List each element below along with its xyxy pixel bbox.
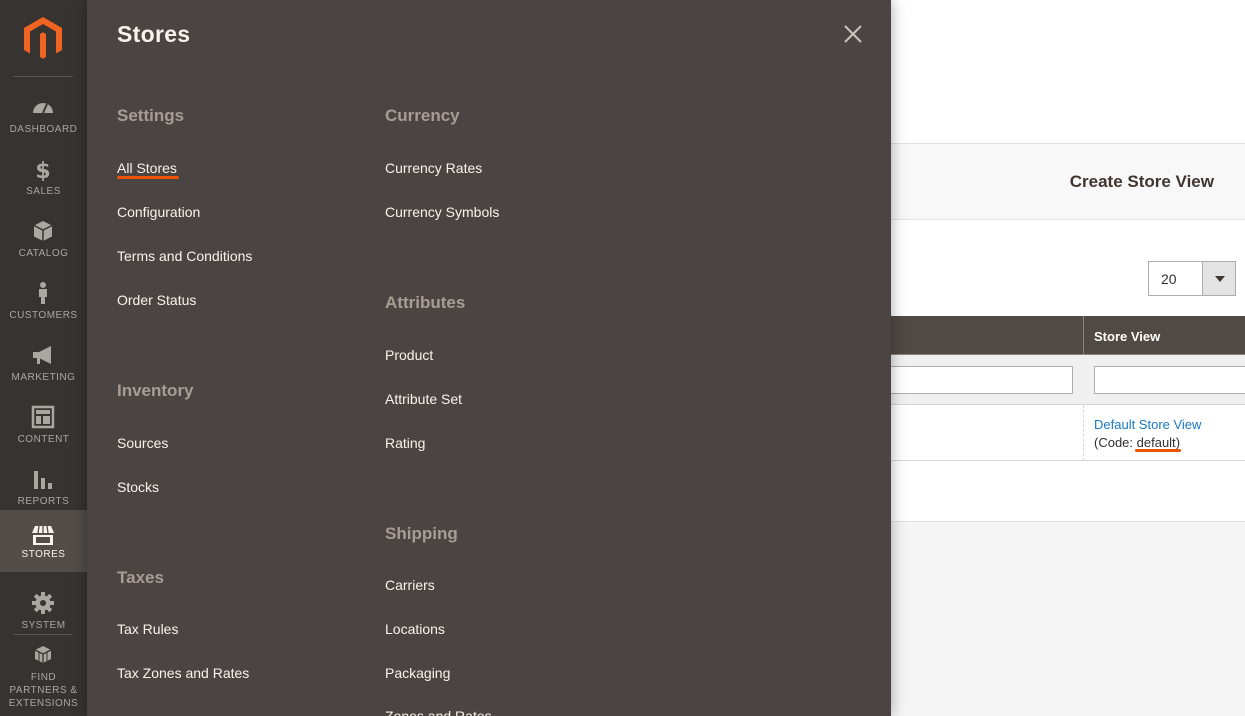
menu-link-zones-and-rates[interactable]: Zones and Rates bbox=[385, 708, 492, 716]
section-title-taxes: Taxes bbox=[117, 568, 164, 587]
menu-link-packaging[interactable]: Packaging bbox=[385, 665, 450, 681]
logo-divider bbox=[13, 76, 73, 77]
sidebar-item-catalog[interactable]: CATALOG bbox=[0, 211, 87, 273]
grid-cell-divider bbox=[1083, 405, 1084, 461]
sidebar-item-stores[interactable]: STORES bbox=[0, 510, 87, 572]
megaphone-icon bbox=[33, 346, 51, 364]
sidebar-item-label: FIND PARTNERS & EXTENSIONS bbox=[8, 672, 79, 709]
sidebar-item-label: CUSTOMERS bbox=[9, 310, 78, 321]
sidebar-item-system[interactable]: SYSTEM bbox=[0, 583, 87, 645]
sidebar-item-marketing[interactable]: MARKETING bbox=[0, 335, 87, 397]
per-page-select[interactable]: 20 bbox=[1148, 261, 1236, 296]
sidebar-item-label: CONTENT bbox=[17, 434, 70, 445]
menu-link-carriers[interactable]: Carriers bbox=[385, 577, 435, 593]
filter-website-input[interactable] bbox=[890, 366, 1073, 394]
menu-link-configuration[interactable]: Configuration bbox=[117, 204, 200, 220]
cubes-icon bbox=[34, 646, 52, 663]
menu-link-locations[interactable]: Locations bbox=[385, 621, 445, 637]
section-title-currency: Currency bbox=[385, 106, 460, 125]
store-view-code: (Code: default) bbox=[1094, 435, 1180, 450]
menu-link-product[interactable]: Product bbox=[385, 347, 433, 363]
sidebar-item-label: SYSTEM bbox=[21, 620, 66, 631]
menu-link-tax-zones-and-rates[interactable]: Tax Zones and Rates bbox=[117, 665, 249, 681]
section-title-shipping: Shipping bbox=[385, 524, 458, 543]
svg-text:$: $ bbox=[35, 159, 50, 181]
sidebar-item-label: CATALOG bbox=[18, 248, 69, 259]
menu-link-currency-rates[interactable]: Currency Rates bbox=[385, 160, 482, 176]
sidebar-item-label: SALES bbox=[26, 186, 61, 197]
default-store-view-link[interactable]: Default Store View bbox=[1094, 417, 1201, 432]
menu-link-rating[interactable]: Rating bbox=[385, 435, 425, 451]
create-store-view-button[interactable]: Create Store View bbox=[1070, 172, 1214, 192]
box-icon bbox=[33, 221, 53, 241]
section-title-attributes: Attributes bbox=[385, 293, 466, 312]
sidebar-item-find-partners[interactable]: FIND PARTNERS & EXTENSIONS bbox=[0, 644, 87, 716]
close-icon[interactable] bbox=[841, 22, 865, 46]
sidebar-divider bbox=[13, 634, 73, 635]
flyout-title: Stores bbox=[117, 21, 191, 47]
code-value: default bbox=[1136, 435, 1176, 450]
menu-link-stocks[interactable]: Stocks bbox=[117, 479, 159, 495]
code-suffix: ) bbox=[1175, 435, 1181, 450]
storefront-icon bbox=[32, 525, 54, 545]
menu-link-currency-symbols[interactable]: Currency Symbols bbox=[385, 204, 499, 220]
code-highlight-underline bbox=[1135, 449, 1181, 452]
menu-link-tax-rules[interactable]: Tax Rules bbox=[117, 621, 178, 637]
active-link-underline bbox=[117, 176, 179, 179]
admin-sidebar: DASHBOARD $ SALES CATALOG CUSTOMERS MARK… bbox=[0, 0, 87, 716]
layout-icon bbox=[31, 405, 55, 429]
menu-link-all-stores[interactable]: All Stores bbox=[117, 160, 177, 176]
sidebar-item-label: REPORTS bbox=[17, 496, 70, 507]
stores-flyout-menu: Stores Settings All Stores Configuration… bbox=[87, 0, 891, 716]
sidebar-item-customers[interactable]: CUSTOMERS bbox=[0, 273, 87, 335]
menu-link-attribute-set[interactable]: Attribute Set bbox=[385, 391, 462, 407]
sidebar-item-label: DASHBOARD bbox=[9, 124, 78, 135]
sidebar-item-dashboard[interactable]: DASHBOARD bbox=[0, 87, 87, 149]
magento-logo-icon[interactable] bbox=[23, 17, 63, 61]
menu-link-sources[interactable]: Sources bbox=[117, 435, 168, 451]
section-title-inventory: Inventory bbox=[117, 381, 194, 400]
section-title-settings: Settings bbox=[117, 106, 185, 125]
sidebar-item-sales[interactable]: $ SALES bbox=[0, 149, 87, 211]
column-header-store-view[interactable]: Store View bbox=[1094, 329, 1160, 344]
dollar-icon: $ bbox=[35, 159, 50, 181]
filter-store-view-input[interactable] bbox=[1094, 366, 1245, 394]
sidebar-item-content[interactable]: CONTENT bbox=[0, 397, 87, 459]
menu-link-terms-and-conditions[interactable]: Terms and Conditions bbox=[117, 248, 252, 264]
dashboard-icon bbox=[33, 103, 53, 114]
bar-chart-icon bbox=[34, 471, 52, 489]
sidebar-item-label: MARKETING bbox=[11, 372, 76, 383]
chevron-down-icon[interactable] bbox=[1202, 262, 1235, 295]
sidebar-item-label: STORES bbox=[21, 549, 66, 560]
menu-link-order-status[interactable]: Order Status bbox=[117, 292, 196, 308]
gear-icon bbox=[32, 592, 54, 614]
person-icon bbox=[39, 282, 47, 304]
grid-column-divider bbox=[1083, 316, 1084, 355]
code-prefix: (Code: bbox=[1094, 435, 1137, 450]
per-page-value: 20 bbox=[1161, 271, 1177, 287]
